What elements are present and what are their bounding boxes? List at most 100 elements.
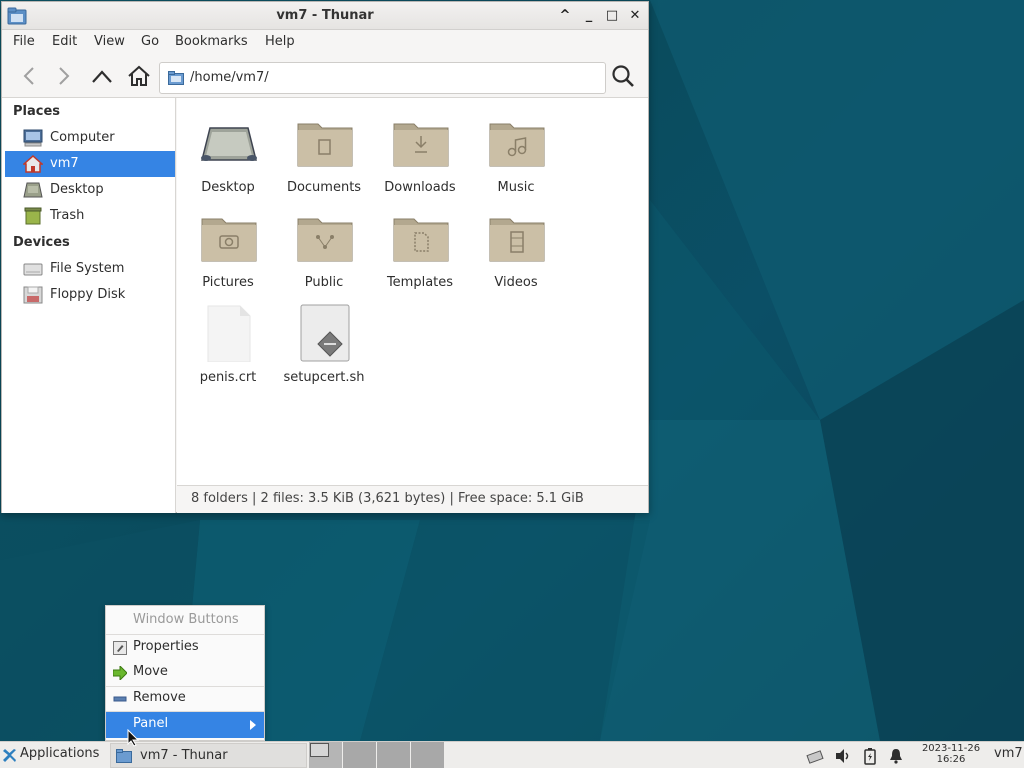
file-name: Templates [386,275,454,290]
clock-time: 16:26 [936,754,966,765]
folder-icon [116,749,132,763]
file-item-music[interactable]: Music [468,104,564,196]
home-icon [128,65,150,86]
documents-folder-icon [297,123,353,167]
sidebar-item-trash[interactable]: Trash [5,203,175,229]
sidebar: Places Computer vm7 Desktop Trash Device… [2,98,176,513]
window-titlebar[interactable]: vm7 - Thunar ^ _ □ ✕ [2,2,648,30]
downloads-folder-icon [393,123,449,167]
status-text: 8 folders | 2 files: 3.5 KiB (3,621 byte… [191,491,584,506]
workspace-window-thumb [310,743,329,757]
search-button[interactable] [609,62,637,90]
mouse-cursor-icon [127,729,139,747]
search-icon [612,65,634,87]
status-bar: 8 folders | 2 files: 3.5 KiB (3,621 byte… [177,485,648,513]
sidebar-item-computer[interactable]: Computer [5,125,175,151]
xfce-logo-icon [3,749,16,762]
sidebar-item-file-system[interactable]: File System [5,256,175,282]
back-button[interactable] [15,62,43,90]
sidebar-label-floppy-disk: Floppy Disk [50,287,126,302]
shade-button[interactable]: ^ [556,6,574,26]
file-item-pictures[interactable]: Pictures [180,199,276,291]
file-view[interactable]: Desktop Documents Downloads Music Pictur… [177,98,648,485]
notification-bell-icon[interactable] [887,747,905,765]
battery-icon[interactable] [861,747,879,765]
menu-bar: File Edit View Go Bookmarks Help [2,30,648,54]
clock[interactable]: 2023-11-26 16:26 [916,743,986,765]
properties-icon [113,641,127,655]
script-file-icon [300,304,350,362]
submenu-arrow-icon [250,720,256,730]
file-name: Public [304,275,344,290]
computer-icon [23,129,43,147]
menu-go[interactable]: Go [141,34,159,49]
sidebar-item-floppy-disk[interactable]: Floppy Disk [5,282,175,308]
file-item-videos[interactable]: Videos [468,199,564,291]
blank-file-icon [207,305,251,362]
network-icon[interactable] [806,747,824,765]
devices-header: Devices [13,235,70,250]
maximize-button[interactable]: □ [603,6,621,26]
forward-arrow-icon [59,67,70,85]
sidebar-item-desktop[interactable]: Desktop [5,177,175,203]
pictures-folder-icon [201,218,257,262]
workspace-4[interactable] [411,742,444,768]
floppy-icon [23,286,43,304]
sidebar-label-trash: Trash [50,208,85,223]
file-name: Documents [286,180,362,195]
user-name[interactable]: vm7 [994,746,1023,761]
desktop-folder-icon [201,127,257,161]
remove-icon [113,696,127,702]
menu-item-remove[interactable]: Remove [106,686,264,712]
file-name: Downloads [384,180,456,195]
places-header: Places [13,104,61,119]
file-manager-window: vm7 - Thunar ^ _ □ ✕ File Edit View Go B… [1,1,649,513]
up-arrow-icon [92,70,112,83]
menu-help[interactable]: Help [265,34,295,49]
sidebar-label-computer: Computer [50,130,115,145]
file-item-downloads[interactable]: Downloads [372,104,468,196]
file-name: Videos [494,275,538,290]
sidebar-label-file-system: File System [50,261,125,276]
applications-label: Applications [20,746,100,761]
file-item-setupcert-sh[interactable]: setupcert.sh [276,294,372,386]
file-item-documents[interactable]: Documents [276,104,372,196]
file-item-templates[interactable]: Templates [372,199,468,291]
trash-icon [24,207,42,225]
workspace-3[interactable] [377,742,410,768]
menu-file[interactable]: File [13,34,35,49]
minimize-button[interactable]: _ [580,6,598,26]
file-item-desktop[interactable]: Desktop [180,104,276,196]
file-item-public[interactable]: Public [276,199,372,291]
workspace-2[interactable] [343,742,376,768]
sidebar-item-vm7[interactable]: vm7 [5,151,175,177]
context-menu-header-label: Window Buttons [133,612,239,627]
location-path: /home/vm7/ [190,70,269,85]
move-arrow-icon [113,666,127,680]
location-bar[interactable]: /home/vm7/ [159,62,606,94]
task-thunar[interactable]: vm7 - Thunar [110,743,307,768]
videos-folder-icon [489,218,545,262]
templates-folder-icon [393,218,449,262]
forward-button[interactable] [50,62,78,90]
music-folder-icon [489,123,545,167]
volume-icon[interactable] [834,747,852,765]
menu-item-move[interactable]: Move [106,660,264,686]
taskbar: Applications vm7 - Thunar 2023-11-26 16:… [0,741,1024,768]
close-button[interactable]: ✕ [626,6,644,26]
workspace-1[interactable] [309,742,342,768]
public-folder-icon [297,218,353,262]
menu-view[interactable]: View [94,34,125,49]
menu-edit[interactable]: Edit [52,34,77,49]
parent-folder-button[interactable] [88,62,116,90]
clock-date: 2023-11-26 [921,743,981,754]
file-item-penis-crt[interactable]: penis.crt [180,294,276,386]
menu-item-properties[interactable]: Properties [106,635,264,661]
home-button[interactable] [125,62,153,90]
menu-item-label: Properties [133,639,199,654]
task-label: vm7 - Thunar [140,748,228,763]
menu-item-label: Remove [133,690,186,705]
window-title: vm7 - Thunar [276,8,374,23]
menu-bookmarks[interactable]: Bookmarks [175,34,248,49]
toolbar: /home/vm7/ [2,54,648,98]
